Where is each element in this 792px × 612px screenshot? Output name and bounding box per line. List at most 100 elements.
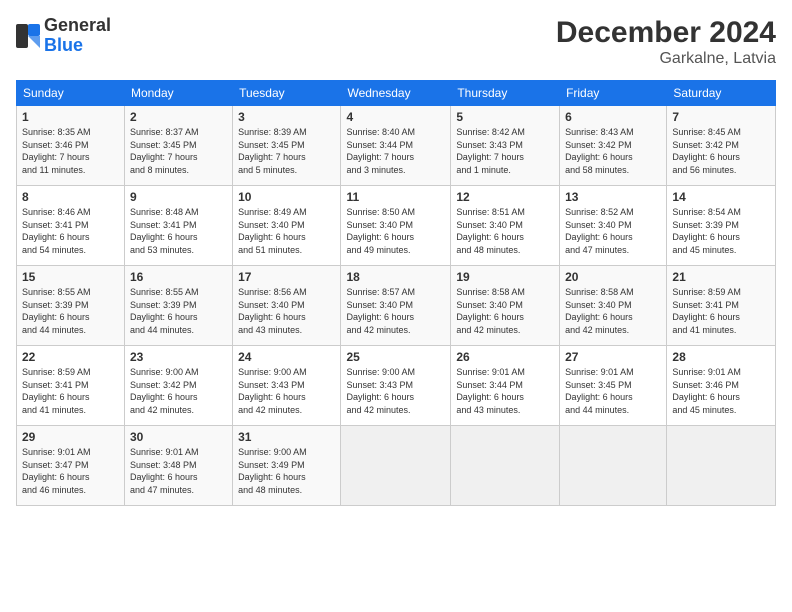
day-info: Sunrise: 8:58 AMSunset: 3:40 PMDaylight:… xyxy=(565,287,634,335)
day-info: Sunrise: 8:42 AMSunset: 3:43 PMDaylight:… xyxy=(456,127,525,175)
logo-blue: Blue xyxy=(44,36,111,56)
table-row: 27 Sunrise: 9:01 AMSunset: 3:45 PMDaylig… xyxy=(560,346,667,426)
day-number: 16 xyxy=(130,270,227,284)
week-row-5: 29 Sunrise: 9:01 AMSunset: 3:47 PMDaylig… xyxy=(17,426,776,506)
table-row: 26 Sunrise: 9:01 AMSunset: 3:44 PMDaylig… xyxy=(451,346,560,426)
week-row-4: 22 Sunrise: 8:59 AMSunset: 3:41 PMDaylig… xyxy=(17,346,776,426)
day-info: Sunrise: 8:46 AMSunset: 3:41 PMDaylight:… xyxy=(22,207,91,255)
table-row: 28 Sunrise: 9:01 AMSunset: 3:46 PMDaylig… xyxy=(667,346,776,426)
day-info: Sunrise: 8:50 AMSunset: 3:40 PMDaylight:… xyxy=(346,207,415,255)
col-sunday: Sunday xyxy=(17,81,125,106)
week-row-1: 1 Sunrise: 8:35 AMSunset: 3:46 PMDayligh… xyxy=(17,106,776,186)
col-tuesday: Tuesday xyxy=(233,81,341,106)
table-row: 8 Sunrise: 8:46 AMSunset: 3:41 PMDayligh… xyxy=(17,186,125,266)
table-row: 21 Sunrise: 8:59 AMSunset: 3:41 PMDaylig… xyxy=(667,266,776,346)
table-row: 17 Sunrise: 8:56 AMSunset: 3:40 PMDaylig… xyxy=(233,266,341,346)
table-row: 11 Sunrise: 8:50 AMSunset: 3:40 PMDaylig… xyxy=(341,186,451,266)
table-row: 6 Sunrise: 8:43 AMSunset: 3:42 PMDayligh… xyxy=(560,106,667,186)
day-info: Sunrise: 9:00 AMSunset: 3:42 PMDaylight:… xyxy=(130,367,199,415)
table-row: 25 Sunrise: 9:00 AMSunset: 3:43 PMDaylig… xyxy=(341,346,451,426)
table-row: 2 Sunrise: 8:37 AMSunset: 3:45 PMDayligh… xyxy=(124,106,232,186)
table-row: 22 Sunrise: 8:59 AMSunset: 3:41 PMDaylig… xyxy=(17,346,125,426)
table-row xyxy=(560,426,667,506)
day-info: Sunrise: 9:01 AMSunset: 3:46 PMDaylight:… xyxy=(672,367,741,415)
day-number: 11 xyxy=(346,190,445,204)
day-number: 29 xyxy=(22,430,119,444)
table-row: 13 Sunrise: 8:52 AMSunset: 3:40 PMDaylig… xyxy=(560,186,667,266)
day-number: 31 xyxy=(238,430,335,444)
table-row: 24 Sunrise: 9:00 AMSunset: 3:43 PMDaylig… xyxy=(233,346,341,426)
day-number: 10 xyxy=(238,190,335,204)
day-number: 18 xyxy=(346,270,445,284)
table-row: 23 Sunrise: 9:00 AMSunset: 3:42 PMDaylig… xyxy=(124,346,232,426)
table-row xyxy=(341,426,451,506)
table-row xyxy=(667,426,776,506)
week-row-3: 15 Sunrise: 8:55 AMSunset: 3:39 PMDaylig… xyxy=(17,266,776,346)
day-number: 5 xyxy=(456,110,554,124)
day-number: 26 xyxy=(456,350,554,364)
day-info: Sunrise: 8:56 AMSunset: 3:40 PMDaylight:… xyxy=(238,287,307,335)
day-info: Sunrise: 8:52 AMSunset: 3:40 PMDaylight:… xyxy=(565,207,634,255)
day-number: 14 xyxy=(672,190,770,204)
day-info: Sunrise: 9:01 AMSunset: 3:48 PMDaylight:… xyxy=(130,447,199,495)
day-info: Sunrise: 8:55 AMSunset: 3:39 PMDaylight:… xyxy=(130,287,199,335)
day-number: 27 xyxy=(565,350,661,364)
table-row: 16 Sunrise: 8:55 AMSunset: 3:39 PMDaylig… xyxy=(124,266,232,346)
day-info: Sunrise: 8:40 AMSunset: 3:44 PMDaylight:… xyxy=(346,127,415,175)
day-number: 25 xyxy=(346,350,445,364)
table-row: 15 Sunrise: 8:55 AMSunset: 3:39 PMDaylig… xyxy=(17,266,125,346)
day-info: Sunrise: 8:45 AMSunset: 3:42 PMDaylight:… xyxy=(672,127,741,175)
day-info: Sunrise: 8:37 AMSunset: 3:45 PMDaylight:… xyxy=(130,127,199,175)
page: General Blue December 2024 Garkalne, Lat… xyxy=(0,0,792,612)
col-friday: Friday xyxy=(560,81,667,106)
day-number: 30 xyxy=(130,430,227,444)
day-number: 20 xyxy=(565,270,661,284)
day-info: Sunrise: 8:58 AMSunset: 3:40 PMDaylight:… xyxy=(456,287,525,335)
table-row: 12 Sunrise: 8:51 AMSunset: 3:40 PMDaylig… xyxy=(451,186,560,266)
day-number: 19 xyxy=(456,270,554,284)
table-row: 31 Sunrise: 9:00 AMSunset: 3:49 PMDaylig… xyxy=(233,426,341,506)
day-number: 1 xyxy=(22,110,119,124)
day-number: 13 xyxy=(565,190,661,204)
table-row: 4 Sunrise: 8:40 AMSunset: 3:44 PMDayligh… xyxy=(341,106,451,186)
table-row: 19 Sunrise: 8:58 AMSunset: 3:40 PMDaylig… xyxy=(451,266,560,346)
day-info: Sunrise: 8:57 AMSunset: 3:40 PMDaylight:… xyxy=(346,287,415,335)
day-info: Sunrise: 9:01 AMSunset: 3:45 PMDaylight:… xyxy=(565,367,634,415)
month-year: December 2024 xyxy=(556,16,776,50)
calendar-table: Sunday Monday Tuesday Wednesday Thursday… xyxy=(16,80,776,506)
day-info: Sunrise: 9:01 AMSunset: 3:47 PMDaylight:… xyxy=(22,447,91,495)
table-row: 10 Sunrise: 8:49 AMSunset: 3:40 PMDaylig… xyxy=(233,186,341,266)
day-number: 7 xyxy=(672,110,770,124)
day-info: Sunrise: 9:01 AMSunset: 3:44 PMDaylight:… xyxy=(456,367,525,415)
table-row: 3 Sunrise: 8:39 AMSunset: 3:45 PMDayligh… xyxy=(233,106,341,186)
day-number: 4 xyxy=(346,110,445,124)
day-number: 9 xyxy=(130,190,227,204)
logo-general: General xyxy=(44,16,111,36)
day-info: Sunrise: 9:00 AMSunset: 3:43 PMDaylight:… xyxy=(238,367,307,415)
table-row: 1 Sunrise: 8:35 AMSunset: 3:46 PMDayligh… xyxy=(17,106,125,186)
col-saturday: Saturday xyxy=(667,81,776,106)
header: General Blue December 2024 Garkalne, Lat… xyxy=(16,16,776,68)
day-info: Sunrise: 8:49 AMSunset: 3:40 PMDaylight:… xyxy=(238,207,307,255)
day-number: 12 xyxy=(456,190,554,204)
day-number: 15 xyxy=(22,270,119,284)
calendar-header-row: Sunday Monday Tuesday Wednesday Thursday… xyxy=(17,81,776,106)
table-row: 5 Sunrise: 8:42 AMSunset: 3:43 PMDayligh… xyxy=(451,106,560,186)
day-info: Sunrise: 8:39 AMSunset: 3:45 PMDaylight:… xyxy=(238,127,307,175)
day-number: 2 xyxy=(130,110,227,124)
col-thursday: Thursday xyxy=(451,81,560,106)
day-info: Sunrise: 8:48 AMSunset: 3:41 PMDaylight:… xyxy=(130,207,199,255)
col-wednesday: Wednesday xyxy=(341,81,451,106)
day-number: 22 xyxy=(22,350,119,364)
day-number: 28 xyxy=(672,350,770,364)
day-info: Sunrise: 8:35 AMSunset: 3:46 PMDaylight:… xyxy=(22,127,91,175)
logo-text: General Blue xyxy=(44,16,111,56)
day-info: Sunrise: 9:00 AMSunset: 3:43 PMDaylight:… xyxy=(346,367,415,415)
table-row: 18 Sunrise: 8:57 AMSunset: 3:40 PMDaylig… xyxy=(341,266,451,346)
table-row: 9 Sunrise: 8:48 AMSunset: 3:41 PMDayligh… xyxy=(124,186,232,266)
day-number: 17 xyxy=(238,270,335,284)
day-number: 23 xyxy=(130,350,227,364)
table-row: 14 Sunrise: 8:54 AMSunset: 3:39 PMDaylig… xyxy=(667,186,776,266)
day-number: 8 xyxy=(22,190,119,204)
location: Garkalne, Latvia xyxy=(556,50,776,68)
